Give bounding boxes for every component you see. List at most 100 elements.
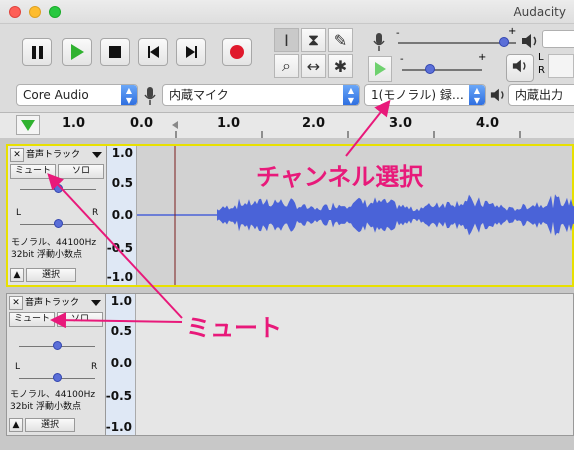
scale-label: -1.0 [106, 270, 133, 284]
window-title: Audacity [513, 5, 566, 19]
timeshift-tool[interactable]: ↔ [301, 54, 326, 78]
skip-start-button[interactable] [138, 38, 168, 66]
gain-knob[interactable] [53, 341, 62, 350]
pan-right-label: R [91, 362, 98, 372]
draw-tool[interactable]: ✎ [328, 28, 353, 52]
mute-button[interactable]: ミュート [9, 312, 55, 327]
playback-meter-button[interactable] [506, 54, 534, 82]
ruler-ticks [172, 121, 521, 139]
selection-tool[interactable]: I [274, 28, 299, 52]
volume-max-label: + [508, 26, 517, 37]
triangle-down-icon [92, 152, 102, 158]
close-track-button[interactable]: ✕ [9, 296, 23, 310]
pause-icon [31, 45, 43, 59]
scale-label: 0.5 [110, 324, 132, 338]
pencil-icon: ✎ [333, 30, 348, 50]
skip-start-icon [147, 46, 159, 58]
speaker-icon [520, 32, 540, 54]
track-format: モノラル、44100Hz [10, 390, 96, 400]
scale-label: -0.5 [106, 241, 133, 255]
zoom-tool[interactable]: ⌕ [274, 54, 299, 78]
chevron-updown-icon: ▲ ▼ [469, 85, 485, 105]
recording-channels-value: 1(モノラル) 録… [371, 88, 464, 102]
asterisk-icon: ✱ [333, 56, 348, 76]
play-button[interactable] [62, 38, 92, 66]
track-bit-depth: 32bit 浮動小数点 [10, 402, 82, 412]
speed-min-label: - [400, 54, 404, 65]
collapse-track-button[interactable]: ▲ [9, 418, 23, 432]
track-bit-depth: 32bit 浮動小数点 [11, 250, 83, 260]
meter-right-label: R [538, 65, 545, 76]
meter-dropdown[interactable] [542, 30, 574, 48]
audio-track-2[interactable]: ✕ 音声トラック ミュート ソロ L R モノラル、44100Hz 32bit … [6, 293, 574, 436]
mute-annotation: ミュート [186, 314, 282, 342]
solo-button[interactable]: ソロ [57, 312, 103, 327]
playback-meter [548, 54, 574, 78]
solo-button[interactable]: ソロ [58, 164, 104, 179]
envelope-tool[interactable]: ⧗ [301, 28, 326, 52]
amplitude-scale: 1.0 0.5 0.0 -0.5 -1.0 [107, 146, 137, 285]
multi-tool[interactable]: ✱ [328, 54, 353, 78]
track-name-menu[interactable]: 音声トラック [26, 148, 104, 162]
close-track-button[interactable]: ✕ [10, 148, 24, 162]
playback-speed-knob[interactable] [425, 64, 435, 74]
select-track-button[interactable]: 選択 [26, 268, 76, 282]
record-button[interactable] [222, 38, 252, 66]
close-icon: ✕ [12, 298, 20, 308]
stop-button[interactable] [100, 38, 130, 66]
play-at-speed-button[interactable] [368, 56, 392, 82]
play-icon [70, 44, 84, 60]
i-beam-icon: I [284, 30, 289, 50]
scale-label: 1.0 [110, 294, 132, 308]
scale-label: 1.0 [111, 146, 133, 160]
zoom-window-button[interactable] [49, 6, 61, 18]
audio-host-select[interactable]: Core Audio ▲ ▼ [16, 84, 138, 106]
chevron-updown-icon: ▲ ▼ [121, 85, 137, 105]
speaker-icon [511, 58, 529, 78]
recording-channels-select[interactable]: 1(モノラル) 録… ▲ ▼ [364, 84, 486, 106]
chevron-updown-icon: ▲ ▼ [343, 85, 359, 105]
mute-button[interactable]: ミュート [10, 164, 56, 179]
volume-min-label: - [396, 28, 400, 39]
magnifier-icon: ⌕ [282, 56, 291, 75]
pan-left-label: L [15, 362, 21, 372]
pause-button[interactable] [22, 38, 52, 66]
play-icon [374, 62, 386, 76]
timeline-ruler[interactable]: 1.0 0.0 1.0 2.0 3.0 4.0 [0, 112, 574, 139]
audio-host-value: Core Audio [23, 88, 89, 102]
channel-annotation: チャンネル選択 [256, 163, 424, 191]
track-control-panel: ✕ 音声トラック ミュート ソロ L R モノラル、44100Hz 32bit … [8, 146, 107, 285]
track-control-panel: ✕ 音声トラック ミュート ソロ L R モノラル、44100Hz 32bit … [7, 294, 106, 435]
scale-label: 0.0 [111, 208, 133, 222]
recording-device-select[interactable]: 内蔵マイク ▲ ▼ [162, 84, 360, 106]
collapse-track-button[interactable]: ▲ [10, 268, 24, 282]
skip-end-button[interactable] [176, 38, 206, 66]
pan-knob[interactable] [53, 373, 62, 382]
pan-left-label: L [16, 208, 22, 218]
triangle-up-icon: ▲ [12, 420, 20, 430]
speed-max-label: + [478, 52, 487, 63]
title-bar: Audacity [0, 0, 574, 24]
track-name-menu[interactable]: 音声トラック [25, 296, 103, 310]
amplitude-scale: 1.0 0.5 0.0 -0.5 -1.0 [106, 294, 136, 435]
select-track-button[interactable]: 選択 [25, 418, 75, 432]
track-name: 音声トラック [25, 298, 80, 308]
speaker-icon [489, 87, 507, 107]
triangle-up-icon: ▲ [13, 270, 21, 280]
scale-label: 0.5 [111, 176, 133, 190]
minimize-window-button[interactable] [29, 6, 41, 18]
scale-label: 0.0 [110, 356, 132, 370]
playback-device-select[interactable]: 内蔵出力 [508, 84, 574, 106]
track-format: モノラル、44100Hz [11, 238, 97, 248]
scale-label: -0.5 [105, 389, 132, 403]
triangle-down-icon [91, 300, 101, 306]
record-icon [230, 45, 244, 59]
meter-left-label: L [538, 52, 544, 63]
pan-right-label: R [92, 208, 99, 218]
close-window-button[interactable] [9, 6, 21, 18]
pan-knob[interactable] [54, 219, 63, 228]
record-volume-knob[interactable] [499, 37, 510, 47]
playback-speed-slider[interactable] [402, 69, 482, 71]
gain-knob[interactable] [54, 184, 63, 193]
recording-device-value: 内蔵マイク [169, 88, 229, 102]
